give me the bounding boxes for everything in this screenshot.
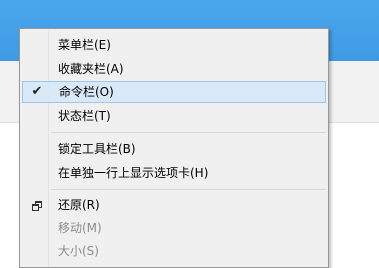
menu-item-label: 命令栏(O) (59, 85, 114, 99)
menu-item-status-bar[interactable]: 状态栏(T) (22, 105, 326, 127)
menu-item-label: 菜单栏(E) (58, 38, 111, 52)
menu-item-label: 状态栏(T) (58, 109, 111, 123)
menu-item-label: 还原(R) (58, 198, 100, 212)
menu-item-label: 在单独一行上显示选项卡(H) (58, 166, 209, 180)
restore-icon (32, 201, 42, 211)
menu-item-menu-bar[interactable]: 菜单栏(E) (22, 34, 326, 56)
menu-separator (51, 189, 326, 190)
menu-separator (51, 132, 326, 133)
menu-item-command-bar[interactable]: ✔ 命令栏(O) (22, 81, 326, 103)
menu-item-label: 大小(S) (58, 244, 99, 258)
menu-item-size: 大小(S) (22, 240, 326, 262)
menu-item-label: 收藏夹栏(A) (58, 62, 124, 76)
menu-item-tabs-separate-row[interactable]: 在单独一行上显示选项卡(H) (22, 162, 326, 184)
menu-item-label: 锁定工具栏(B) (58, 142, 136, 156)
toolbar-context-menu: 菜单栏(E) 收藏夹栏(A) ✔ 命令栏(O) 状态栏(T) 锁定工具栏(B) … (19, 28, 329, 268)
menu-item-favorites-bar[interactable]: 收藏夹栏(A) (22, 58, 326, 80)
menu-item-label: 移动(M) (58, 221, 102, 235)
menu-item-restore[interactable]: 还原(R) (22, 194, 326, 216)
checkmark-icon: ✔ (31, 84, 43, 99)
menu-item-lock-toolbars[interactable]: 锁定工具栏(B) (22, 138, 326, 160)
menu-item-move: 移动(M) (22, 217, 326, 239)
